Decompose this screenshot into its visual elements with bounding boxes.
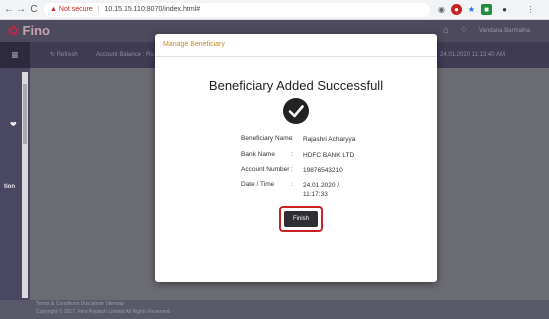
- url-text: 10.15.15.110:8070/index.html#: [104, 6, 201, 13]
- beneficiary-modal: Manage Beneficiary Beneficiary Added Suc…: [155, 34, 437, 282]
- fino-logo: ✿ Fino: [8, 23, 50, 39]
- detail-value: Rajashri Acharyya: [303, 136, 356, 143]
- address-bar[interactable]: ▲ Not secure | 10.15.15.110:8070/index.h…: [44, 3, 430, 17]
- success-message: Beneficiary Added Successfull: [208, 78, 384, 93]
- refresh-icon: ↻: [50, 52, 56, 58]
- user-name[interactable]: Vandana Barmaiha: [479, 25, 530, 37]
- page-footer: Terms & Conditions Disclaimer Sitemap Co…: [0, 300, 549, 319]
- detail-label: Account Number: [241, 166, 290, 173]
- browser-toolbar: ← → C ▲ Not secure | 10.15.15.110:8070/i…: [0, 0, 549, 20]
- sidebar-item-label[interactable]: tion: [4, 184, 15, 190]
- footer-links[interactable]: Terms & Conditions Disclaimer Sitemap: [36, 301, 124, 307]
- logo-star-icon: ✿: [8, 23, 19, 38]
- refresh-button[interactable]: ↻ Refresh: [50, 42, 78, 68]
- detail-label: Bank Name: [241, 151, 275, 158]
- extension-icon[interactable]: ●: [451, 4, 462, 15]
- detail-value: HDFC BANK LTD: [303, 152, 355, 159]
- sidebar-scroll-thumb[interactable]: [23, 84, 27, 144]
- heart-icon[interactable]: ❤: [10, 120, 17, 129]
- footer-copyright: Copyright © 2017. Fino Paytech Limited A…: [36, 309, 171, 315]
- date-value: 24.01.2020 /: [303, 182, 340, 189]
- success-check-icon: [283, 98, 309, 124]
- menu-toggle-button[interactable]: ≡: [0, 42, 30, 68]
- refresh-label: Refresh: [56, 52, 78, 58]
- detail-separator: :: [291, 151, 293, 158]
- modal-header: Manage Beneficiary: [155, 34, 437, 57]
- detail-separator: :: [291, 135, 293, 142]
- finish-highlight-box: Finish: [279, 206, 323, 232]
- logo-text: Fino: [22, 23, 50, 38]
- detail-value: 19876543210: [303, 167, 343, 174]
- detail-separator: :: [291, 181, 293, 188]
- location-icon[interactable]: ◉: [436, 4, 447, 15]
- home-icon[interactable]: ⌂: [440, 25, 452, 37]
- not-secure-label: Not secure: [58, 6, 93, 13]
- modal-title: Manage Beneficiary: [163, 41, 225, 48]
- address-separator: |: [97, 6, 100, 13]
- finish-button[interactable]: Finish: [284, 211, 318, 227]
- bookmark-star-icon[interactable]: ★: [466, 4, 477, 15]
- warning-icon: ▲: [50, 6, 57, 13]
- profile-icon[interactable]: ●: [499, 4, 510, 15]
- time-value: 11:17:33: [303, 191, 328, 198]
- header-datetime: 24.01.2020 11:13:40 AM: [440, 52, 505, 58]
- sheets-extension-icon[interactable]: ■: [481, 4, 492, 15]
- back-icon[interactable]: ←: [3, 3, 15, 16]
- detail-value: 24.01.2020 / 11:17:33: [303, 181, 339, 199]
- account-balance: Account Balance : Rs. 1: [96, 52, 161, 58]
- apps-grid-icon[interactable]: ⁘: [458, 25, 470, 37]
- reload-icon[interactable]: C: [28, 3, 40, 16]
- more-menu-icon[interactable]: ⋮: [525, 4, 536, 15]
- detail-label: Date / Time: [241, 181, 275, 188]
- forward-icon[interactable]: →: [15, 3, 27, 16]
- detail-separator: :: [291, 166, 293, 173]
- detail-label: Beneficiary Name: [241, 135, 293, 142]
